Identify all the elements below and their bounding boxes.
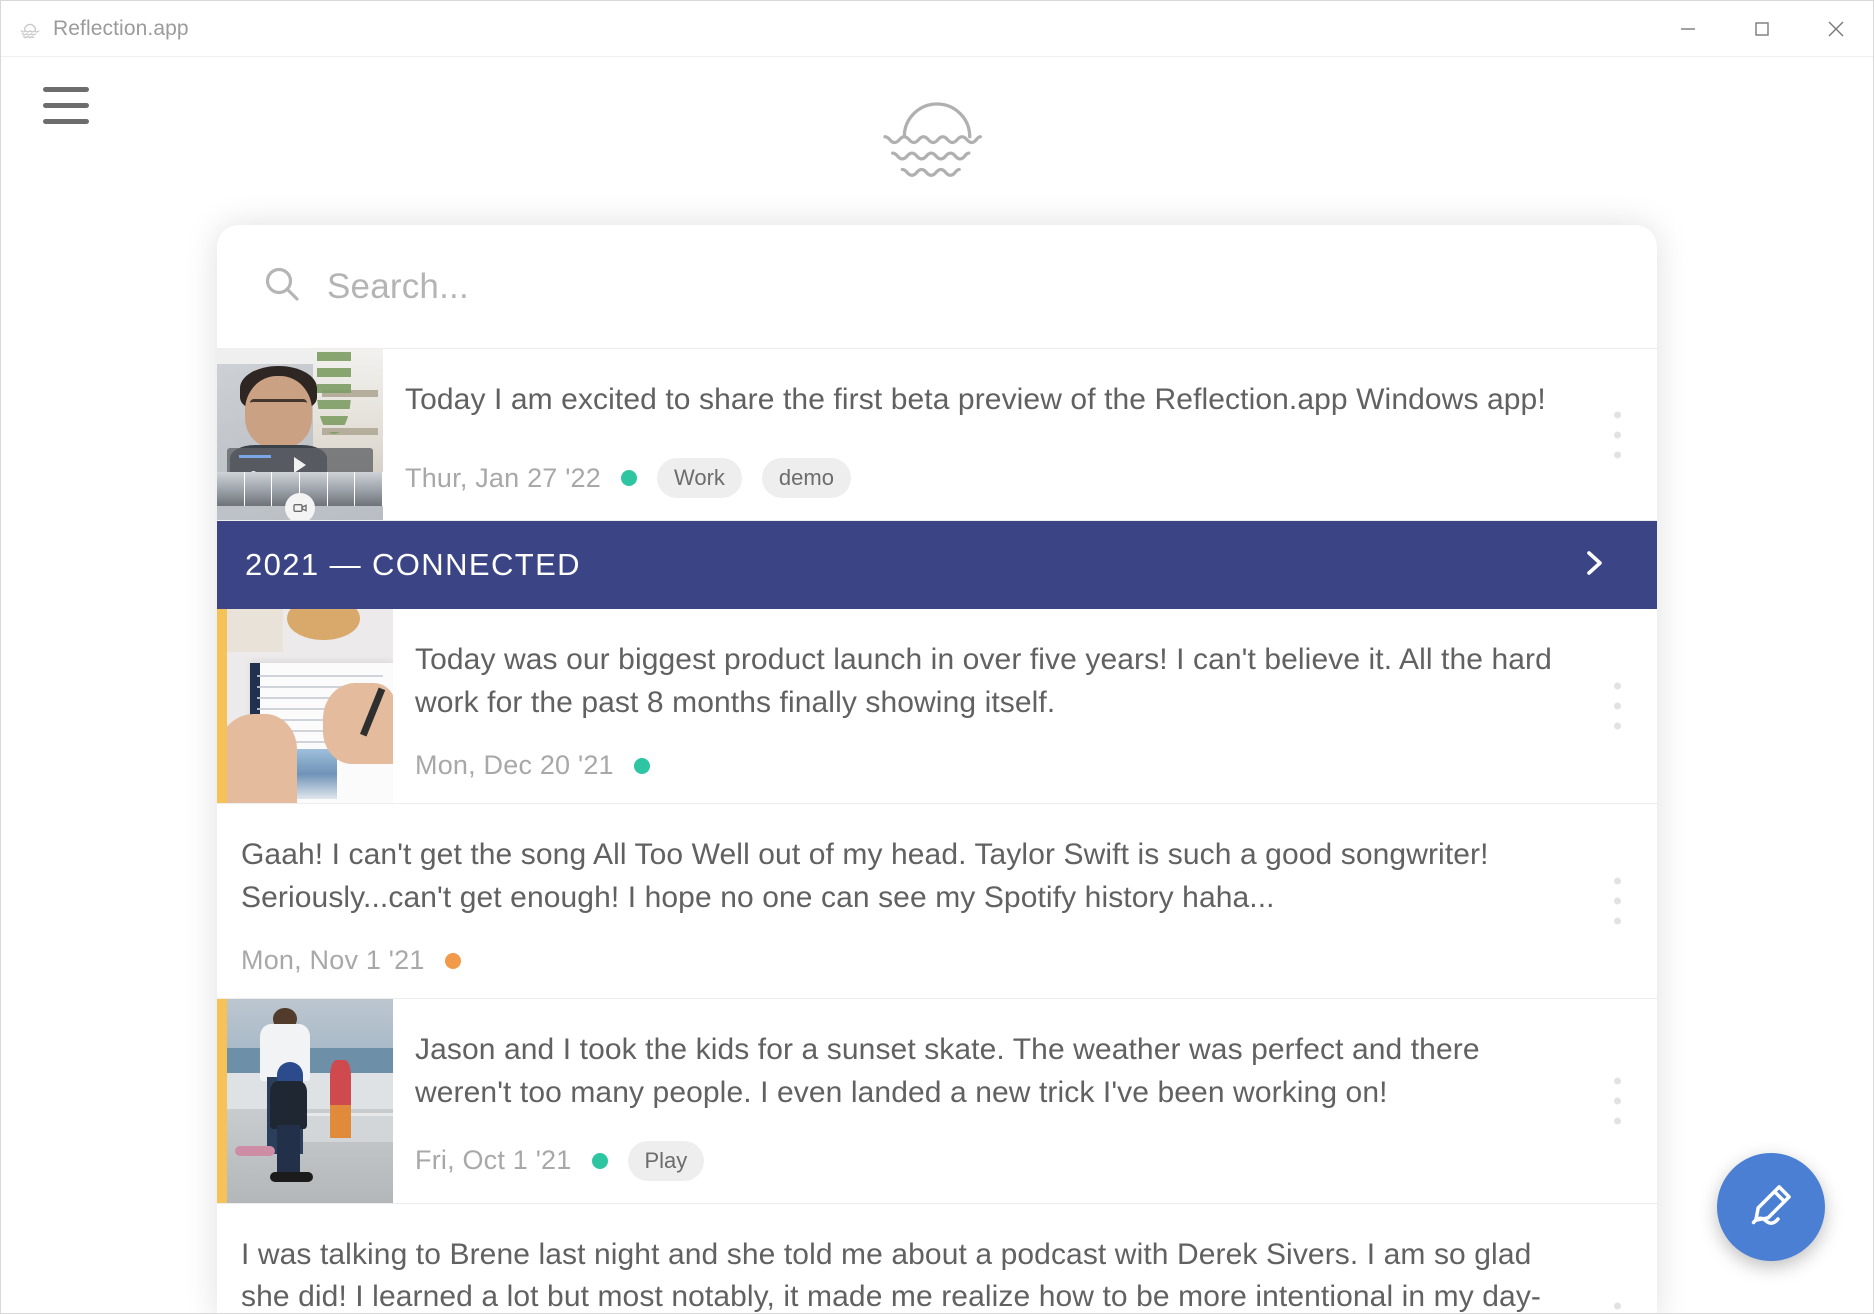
entry-list: Today I am excited to share the first be… [217,349,1657,1314]
entry-meta: Thur, Jan 27 '22 Work demo [405,458,1571,498]
window-controls [1651,1,1873,57]
more-options-icon[interactable] [1608,1297,1627,1313]
entry-date: Mon, Nov 1 '21 [241,945,425,976]
more-options-icon[interactable] [1608,872,1627,931]
pencil-write-icon [1743,1177,1799,1238]
app-window: Reflection.app Search... Today I am exci… [0,0,1874,1314]
entry-text: Jason and I took the kids for a sunset s… [415,1033,1489,1109]
mood-dot [591,1152,608,1169]
entry-accent-bar [217,609,227,804]
entry-tag[interactable]: Work [656,458,742,498]
mood-dot [633,757,650,774]
entry-content: Gaah! I can't get the song All Too Well … [217,804,1657,998]
entry-date: Mon, Dec 20 '21 [415,750,614,781]
entry-tag[interactable]: Play [627,1140,705,1181]
entry-accent-bar [217,999,227,1203]
title-bar: Reflection.app [1,1,1873,57]
entry-content: Jason and I took the kids for a sunset s… [393,999,1657,1202]
entry-list-item[interactable]: Today was our biggest product launch in … [217,609,1657,805]
maximize-button[interactable] [1725,1,1799,57]
mood-dot [620,470,637,486]
entry-content: Today I am excited to share the first be… [383,349,1657,520]
entry-date: Fri, Oct 1 '21 [415,1145,572,1176]
entry-thumbnail-video [217,349,383,520]
entry-date: Thur, Jan 27 '22 [405,462,601,493]
entry-text: Today I am excited to share the first be… [405,383,1546,416]
entry-list-item[interactable]: Today I am excited to share the first be… [217,349,1657,521]
app-title: Reflection.app [53,16,189,40]
close-button[interactable] [1799,1,1873,57]
video-badge-icon [285,493,315,520]
hamburger-bar [43,87,89,92]
year-divider-label: 2021 — CONNECTED [245,547,581,582]
minimize-icon [1681,27,1695,30]
entry-thumbnail-journal [227,609,393,804]
entry-text: I was talking to Brene last night and sh… [241,1237,1542,1314]
entry-text: Today was our biggest product launch in … [415,643,1561,719]
entry-meta: Fri, Oct 1 '21 Play [415,1140,1571,1181]
more-options-icon[interactable] [1608,1071,1627,1130]
search-icon [261,263,303,310]
chevron-right-icon[interactable] [1577,546,1611,585]
sunset-waves-icon [19,18,41,40]
more-options-icon[interactable] [1608,677,1627,736]
mood-dot [444,952,461,969]
year-divider-banner[interactable]: 2021 — CONNECTED [217,521,1657,609]
top-bar [1,57,1873,197]
entry-text: Gaah! I can't get the song All Too Well … [241,838,1498,914]
hamburger-menu-icon[interactable] [43,87,89,124]
entry-meta: Mon, Nov 1 '21 [241,945,1571,976]
close-icon [1828,21,1844,36]
title-bar-left: Reflection.app [1,17,189,41]
entry-content: I was talking to Brene last night and sh… [217,1204,1657,1314]
new-entry-fab[interactable] [1717,1153,1825,1261]
more-options-icon[interactable] [1608,405,1627,464]
sunset-over-water-logo [879,77,995,183]
hamburger-bar [43,103,89,108]
hamburger-bar [43,119,89,124]
entry-content: Today was our biggest product launch in … [393,609,1657,803]
search-bar [217,225,1657,349]
entry-tag[interactable]: demo [761,458,851,498]
entry-list-item[interactable]: Jason and I took the kids for a sunset s… [217,999,1657,1204]
entry-meta: Mon, Dec 20 '21 [415,750,1571,781]
content-card: Today I am excited to share the first be… [217,225,1657,1314]
entry-list-item[interactable]: I was talking to Brene last night and sh… [217,1203,1657,1314]
entry-list-item[interactable]: Gaah! I can't get the song All Too Well … [217,804,1657,1000]
maximize-icon [1755,21,1769,36]
entry-thumbnail-skate [227,999,393,1203]
search-input[interactable] [327,266,1613,307]
minimize-button[interactable] [1651,1,1725,57]
